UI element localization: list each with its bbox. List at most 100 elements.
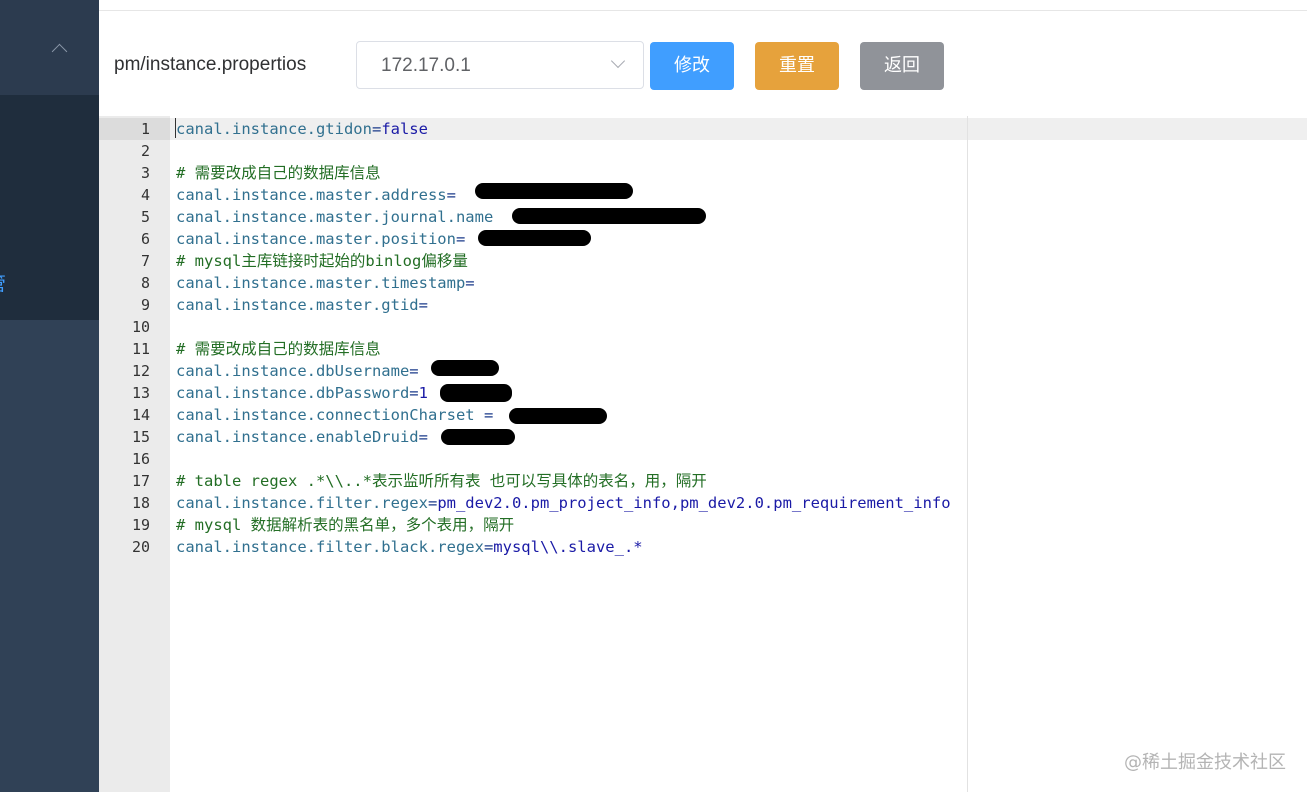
code-line[interactable]: 14 canal.instance.connectionCharset =	[99, 404, 1307, 426]
code-operator: =	[427, 494, 438, 512]
code-key: canal.instance.master.gtid	[176, 296, 419, 314]
code-key: canal.instance.gtidon	[176, 120, 372, 138]
line-number: 15	[131, 428, 150, 446]
code-text: canal.instance.master.journal.name	[176, 206, 493, 228]
line-number: 1	[140, 120, 150, 138]
code-key: canal.instance.master.position	[176, 230, 456, 248]
code-operator: =	[465, 274, 475, 292]
code-line[interactable]: 16	[99, 448, 1307, 470]
code-text: canal.instance.connectionCharset =	[176, 404, 493, 426]
line-number: 4	[140, 186, 150, 204]
edit-button[interactable]: 修改	[650, 42, 734, 90]
line-number: 3	[140, 164, 150, 182]
line-number: 16	[131, 450, 150, 468]
line-number: 12	[131, 362, 150, 380]
code-line[interactable]: 19 # mysql 数据解析表的黑名单，多个表用，隔开	[99, 514, 1307, 536]
code-text: canal.instance.filter.black.regex=mysql\…	[176, 536, 643, 558]
code-operator: =	[474, 406, 494, 424]
code-operator: =	[409, 384, 419, 402]
code-lines[interactable]: 1 canal.instance.gtidon=false 2 3 # 需要改成自己的数…	[99, 118, 1307, 558]
code-line[interactable]: 11 # 需要改成自己的数据库信息	[99, 338, 1307, 360]
code-text: canal.instance.enableDruid=	[176, 426, 428, 448]
code-line[interactable]: 20 canal.instance.filter.black.regex=mysq…	[99, 536, 1307, 558]
line-number: 2	[140, 142, 150, 160]
code-text: canal.instance.master.position=	[176, 228, 465, 250]
host-select[interactable]: 172.17.0.1	[356, 41, 644, 89]
chevron-up-icon[interactable]	[51, 43, 68, 60]
code-comment: # 需要改成自己的数据库信息	[176, 164, 381, 182]
code-line[interactable]: 4 canal.instance.master.address=	[99, 184, 1307, 206]
sidebar-menu-header[interactable]	[0, 0, 99, 95]
code-value: pm_dev2.0.pm_project_info,pm_dev2.0.pm_r…	[437, 494, 951, 512]
sidebar-item-label: 管理	[0, 273, 6, 300]
code-key: canal.instance.connectionCharset	[176, 406, 475, 424]
redaction-mark	[441, 429, 515, 445]
code-operator: =	[371, 120, 382, 138]
line-number: 20	[131, 538, 150, 556]
back-button[interactable]: 返回	[860, 42, 944, 90]
sidebar-item-active[interactable]: 管理	[0, 268, 30, 300]
line-number: 14	[131, 406, 150, 424]
code-operator: =	[409, 362, 419, 380]
code-text: canal.instance.dbPassword=1	[176, 382, 428, 404]
code-line[interactable]: 2	[99, 140, 1307, 162]
code-operator: =	[483, 538, 494, 556]
host-select-value: 172.17.0.1	[381, 55, 471, 76]
code-line[interactable]: 17 # table regex .*\\..*表示监听所有表 也可以写具体的表名…	[99, 470, 1307, 492]
code-text: canal.instance.master.address=	[176, 184, 456, 206]
code-text: canal.instance.filter.regex=pm_dev2.0.pm…	[176, 492, 951, 514]
line-number: 11	[131, 340, 150, 358]
code-text: # table regex .*\\..*表示监听所有表 也可以写具体的表名，用…	[176, 470, 707, 492]
code-operator: =	[418, 296, 428, 314]
code-operator: =	[418, 428, 428, 446]
code-value: 1	[418, 384, 428, 402]
redaction-mark	[440, 384, 512, 402]
code-text: # 需要改成自己的数据库信息	[176, 162, 381, 184]
code-key: canal.instance.dbUsername	[176, 362, 410, 380]
code-key: canal.instance.master.address	[176, 186, 447, 204]
code-text: # 需要改成自己的数据库信息	[176, 338, 381, 360]
code-key: canal.instance.filter.regex	[176, 494, 428, 512]
sidebar: 管理	[0, 0, 99, 792]
redaction-mark	[478, 230, 591, 246]
code-key: canal.instance.dbPassword	[176, 384, 410, 402]
code-text: canal.instance.master.gtid=	[176, 294, 428, 316]
redaction-mark	[431, 360, 499, 376]
redaction-mark	[475, 183, 633, 199]
code-line[interactable]: 18 canal.instance.filter.regex=pm_dev2.0.…	[99, 492, 1307, 514]
line-number: 8	[140, 274, 150, 292]
code-value: false	[381, 120, 428, 138]
code-text: # mysql主库链接时起始的binlog偏移量	[176, 250, 468, 272]
code-comment: # table regex .*\\..*表示监听所有表 也可以写具体的表名，用…	[176, 472, 707, 490]
line-number: 19	[131, 516, 150, 534]
chevron-down-icon	[610, 53, 626, 69]
watermark: @稀土掘金技术社区	[1124, 752, 1286, 773]
code-comment: # mysql 数据解析表的黑名单，多个表用，隔开	[176, 516, 515, 534]
code-line[interactable]: 9 canal.instance.master.gtid=	[99, 294, 1307, 316]
code-line[interactable]: 6 canal.instance.master.position=	[99, 228, 1307, 250]
file-title: pm/instance.propertios	[114, 54, 307, 75]
code-line[interactable]: 12 canal.instance.dbUsername=	[99, 360, 1307, 382]
code-key: canal.instance.master.timestamp	[176, 274, 466, 292]
code-operator: =	[446, 186, 456, 204]
line-number: 6	[140, 230, 150, 248]
code-text: # mysql 数据解析表的黑名单，多个表用，隔开	[176, 514, 514, 536]
code-line[interactable]: 13 canal.instance.dbPassword=1	[99, 382, 1307, 404]
line-number: 17	[131, 472, 150, 490]
line-number: 18	[131, 494, 150, 512]
code-line[interactable]: 1 canal.instance.gtidon=false	[99, 118, 1307, 140]
code-line[interactable]: 3 # 需要改成自己的数据库信息	[99, 162, 1307, 184]
code-operator: =	[455, 230, 466, 248]
code-line[interactable]: 10	[99, 316, 1307, 338]
line-number: 5	[140, 208, 150, 226]
line-number: 10	[131, 318, 150, 336]
redaction-mark	[512, 208, 706, 224]
code-line[interactable]: 7 # mysql主库链接时起始的binlog偏移量	[99, 250, 1307, 272]
code-text: canal.instance.dbUsername=	[176, 360, 419, 382]
code-text: canal.instance.gtidon=false	[176, 118, 428, 140]
reset-button[interactable]: 重置	[755, 42, 839, 90]
code-key: canal.instance.enableDruid	[176, 428, 419, 446]
code-line[interactable]: 8 canal.instance.master.timestamp=	[99, 272, 1307, 294]
code-editor[interactable]: 1 canal.instance.gtidon=false 2 3 # 需要改成自己的数…	[99, 116, 1307, 792]
code-line[interactable]: 15 canal.instance.enableDruid=	[99, 426, 1307, 448]
